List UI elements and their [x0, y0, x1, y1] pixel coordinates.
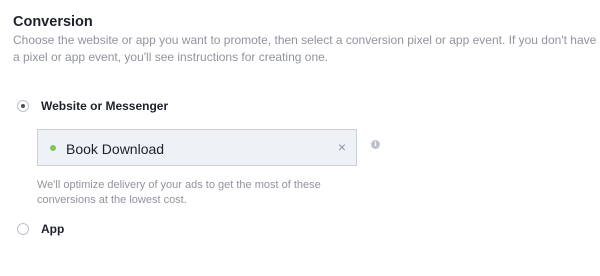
- selected-pixel-field[interactable]: Book Download ×: [37, 129, 357, 166]
- app-radio[interactable]: [17, 223, 29, 235]
- app-option-label: App: [41, 222, 65, 236]
- app-option[interactable]: App: [17, 222, 64, 236]
- website-radio[interactable]: [17, 100, 29, 112]
- section-description: Choose the website or app you want to pr…: [13, 33, 597, 64]
- website-option-label: Website or Messenger: [41, 99, 169, 113]
- pixel-status-dot: [50, 145, 56, 151]
- close-icon[interactable]: ×: [338, 140, 346, 154]
- pixel-name: Book Download: [66, 141, 165, 157]
- info-icon[interactable]: i: [371, 140, 380, 149]
- section-title: Conversion: [13, 14, 93, 30]
- website-option[interactable]: Website or Messenger: [17, 99, 168, 113]
- optimization-helper-text: We'll optimize delivery of your ads to g…: [37, 179, 321, 206]
